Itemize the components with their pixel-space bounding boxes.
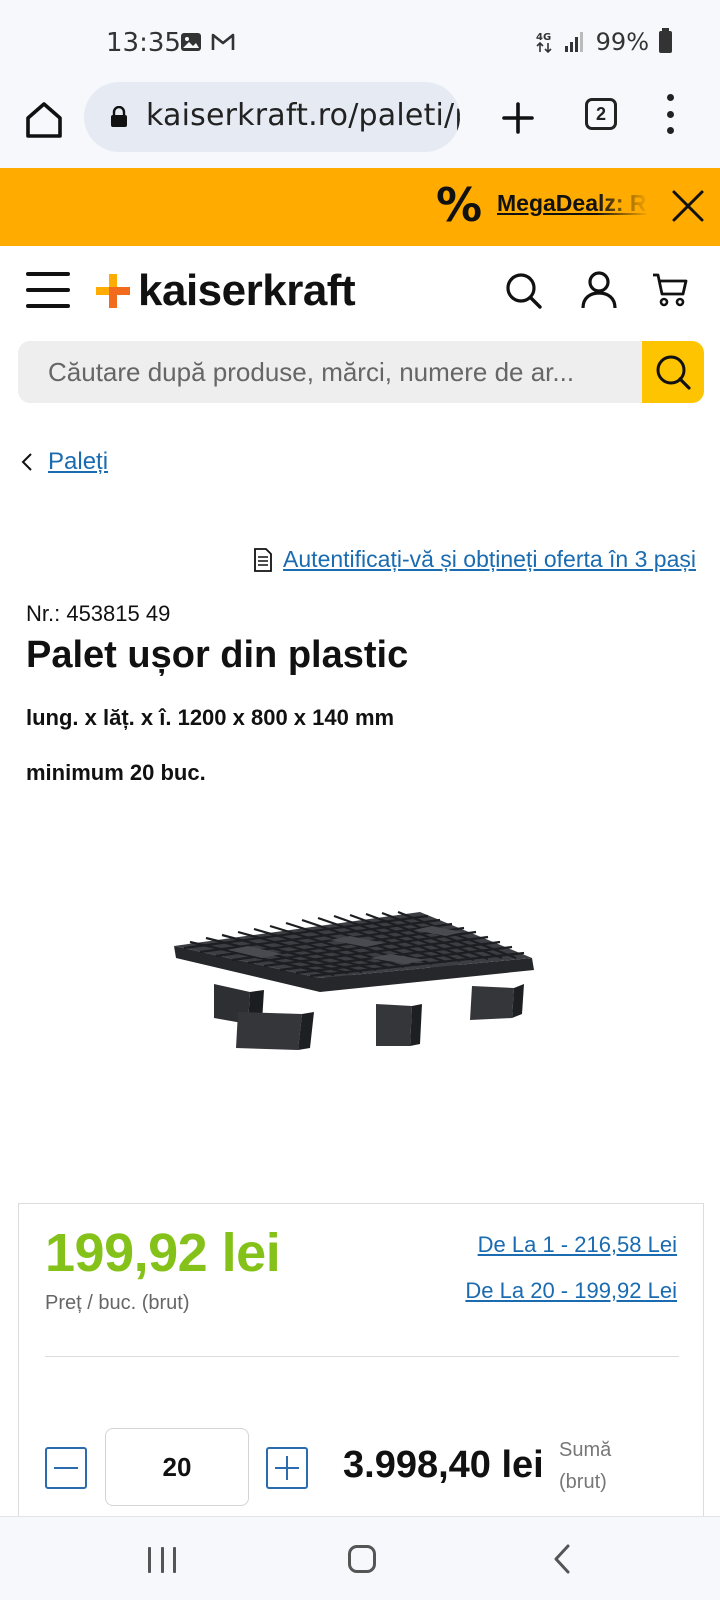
account-icon[interactable] [580, 270, 618, 310]
tab-switcher-button[interactable]: 2 [585, 98, 617, 130]
status-time: 13:35 [106, 28, 181, 58]
logo-plus-icon [96, 274, 130, 308]
breadcrumb-link[interactable]: Paleți [48, 448, 108, 476]
login-offer-link[interactable]: Autentificați-vă și obțineți oferta în 3… [283, 546, 696, 573]
product-dimensions: lung. x lăț. x î. 1200 x 800 x 140 mm [26, 705, 395, 730]
home-button-icon[interactable] [348, 1545, 376, 1573]
recents-icon[interactable] [148, 1547, 176, 1573]
battery-icon [659, 28, 672, 53]
document-icon [254, 547, 272, 572]
search-button[interactable] [642, 341, 704, 403]
chevron-left-icon[interactable] [20, 452, 34, 472]
total-price-note: Sumă (brut) [559, 1439, 612, 1493]
site-header: kaiserkraft [0, 246, 720, 340]
quantity-input[interactable] [105, 1428, 249, 1506]
new-tab-icon[interactable] [496, 96, 540, 140]
product-image[interactable] [170, 900, 550, 1080]
browser-toolbar: kaiserkraft.ro/paleti/p 2 [0, 82, 720, 168]
quantity-decrease-button[interactable] [45, 1447, 87, 1489]
battery-percentage: 99% [595, 28, 649, 56]
product-minimum-quantity: minimum 20 buc. [26, 760, 206, 785]
quantity-increase-button[interactable] [266, 1447, 308, 1489]
svg-text:4G: 4G [536, 32, 551, 43]
home-icon[interactable] [22, 98, 66, 142]
search-bar [18, 341, 704, 403]
divider [45, 1356, 679, 1357]
system-navigation-bar [0, 1516, 720, 1600]
total-price: 3.998,40 lei [343, 1444, 544, 1486]
url-text: kaiserkraft.ro/paleti/p [146, 98, 460, 133]
lock-icon [111, 106, 127, 127]
unit-price-note: Preț / buc. (brut) [45, 1292, 190, 1314]
logo[interactable]: kaiserkraft [96, 266, 356, 316]
logo-text: kaiserkraft [138, 266, 356, 315]
close-icon[interactable] [668, 186, 708, 226]
promo-banner: % MegaDealz: R [0, 168, 720, 246]
back-icon[interactable] [552, 1543, 572, 1575]
percent-icon: % [436, 178, 483, 232]
product-number: Nr.: 453815 49 [26, 601, 171, 626]
cart-icon[interactable] [652, 272, 688, 308]
address-bar[interactable]: kaiserkraft.ro/paleti/p [84, 82, 460, 152]
status-bar: 13:35 4G 99% [0, 0, 720, 84]
network-4g-icon: 4G [536, 32, 552, 54]
unit-price: 199,92 lei [45, 1223, 281, 1283]
signal-icon [564, 32, 583, 52]
search-input[interactable] [18, 341, 642, 403]
product-title: Palet ușor din plastic [26, 634, 409, 676]
search-icon[interactable] [505, 272, 543, 310]
menu-icon[interactable] [26, 272, 70, 308]
price-box: 199,92 lei Preț / buc. (brut) De La 1 - … [18, 1203, 704, 1523]
gallery-icon [181, 33, 201, 51]
price-tier-1-link[interactable]: De La 1 - 216,58 Lei [478, 1232, 677, 1258]
search-icon [656, 355, 691, 390]
gmail-icon [211, 33, 235, 50]
login-offer: Autentificați-vă și obțineți oferta în 3… [253, 546, 696, 573]
breadcrumb: Paleți [20, 448, 108, 476]
more-menu-icon[interactable] [660, 94, 680, 134]
price-tier-20-link[interactable]: De La 20 - 199,92 Lei [465, 1278, 677, 1304]
